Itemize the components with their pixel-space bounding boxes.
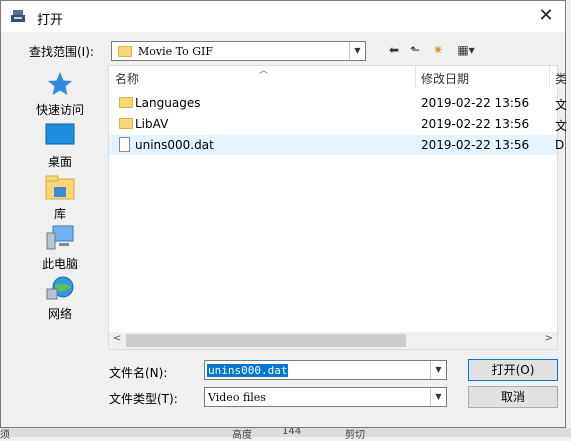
computer-icon [46,225,74,250]
place-this-pc[interactable]: 此电脑 [23,223,97,271]
desktop-icon [45,123,75,145]
chevron-down-icon[interactable]: ▼ [430,361,446,379]
close-icon: ✕ [538,5,554,26]
file-icon [119,137,130,152]
up-folder-icon[interactable]: ⬑ [406,43,424,59]
list-item[interactable]: unins000.dat 2019-02-22 13:56 D [109,135,564,155]
folder-icon [119,97,133,108]
filetype-value: Video files [208,391,266,404]
file-date: 2019-02-22 13:56 [421,96,530,110]
folder-icon [119,118,133,129]
file-name: Languages [135,96,201,110]
column-header-type[interactable]: 类 [555,70,567,87]
scroll-right-icon[interactable]: > [545,333,553,344]
file-type: 文 [555,98,568,112]
sort-ascending-icon: ︿ [259,66,269,76]
lookin-value: Movie To GIF [138,45,213,58]
bg-text: 高度 [232,430,252,441]
library-icon [45,175,75,200]
column-divider[interactable] [415,66,416,88]
filename-field[interactable]: unins000.dat ▼ [204,360,447,380]
bg-text: 剪切 [345,430,365,441]
background-window: 须 高度 144 剪切 [0,426,571,441]
file-type: 文 [555,119,568,133]
file-date: 2019-02-22 13:56 [421,138,530,152]
file-name: LibAV [135,117,169,131]
column-header-date[interactable]: 修改日期 [421,70,469,87]
place-label: 快速访问 [35,103,84,117]
bg-text: 须 [0,430,10,441]
file-name: unins000.dat [135,138,214,152]
filename-value: unins000.dat [207,364,289,377]
open-dialog: 打开 ✕ 查找范围(I): Movie To GIF ▼ ⬅ ⬑ ✷ ▦▾ 快速… [0,0,567,428]
place-quick-access[interactable]: 快速访问 [23,69,97,117]
chevron-down-icon[interactable]: ▼ [349,42,365,60]
lookin-combo[interactable]: Movie To GIF ▼ [111,41,366,61]
file-list[interactable]: ︿ 名称 修改日期 类 Languages 2019-02-22 13:56 文… [108,65,567,350]
lookin-label: 查找范围(I): [29,45,94,59]
file-date: 2019-02-22 13:56 [421,117,530,131]
place-label: 网络 [47,307,72,321]
places-bar: 快速访问 桌面 库 此电脑 网络 [23,65,105,350]
list-item[interactable]: Languages 2019-02-22 13:56 文 [109,93,567,113]
open-button[interactable]: 打开(O) [468,359,558,381]
app-icon [11,10,25,22]
network-icon [46,276,74,300]
list-item[interactable]: LibAV 2019-02-22 13:56 文 [109,114,567,134]
star-icon [48,72,72,95]
close-button[interactable]: ✕ [535,5,557,27]
chevron-down-icon[interactable]: ▼ [430,388,446,406]
folder-icon [118,46,132,57]
place-label: 库 [53,207,66,221]
column-divider[interactable] [549,66,550,88]
title-bar: 打开 ✕ [1,1,565,32]
view-menu-icon[interactable]: ▦▾ [452,43,480,59]
scrollbar-thumb[interactable] [126,334,406,347]
cancel-button[interactable]: 取消 [468,386,558,408]
column-header-name[interactable]: 名称 [115,70,139,87]
place-label: 此电脑 [41,257,78,271]
place-library[interactable]: 库 [23,173,97,221]
horizontal-scrollbar[interactable]: < > [109,332,557,349]
dialog-title: 打开 [37,13,64,28]
filename-label: 文件名(N): [109,366,168,380]
place-network[interactable]: 网络 [23,273,97,321]
filetype-select[interactable]: Video files ▼ [204,387,447,407]
file-type: D [555,138,565,152]
back-icon[interactable]: ⬅ [386,43,402,59]
scroll-left-icon[interactable]: < [113,333,121,344]
place-label: 桌面 [47,155,72,169]
place-desktop[interactable]: 桌面 [23,121,97,169]
filetype-label: 文件类型(T): [109,392,178,406]
new-folder-icon[interactable]: ✷ [429,43,447,59]
